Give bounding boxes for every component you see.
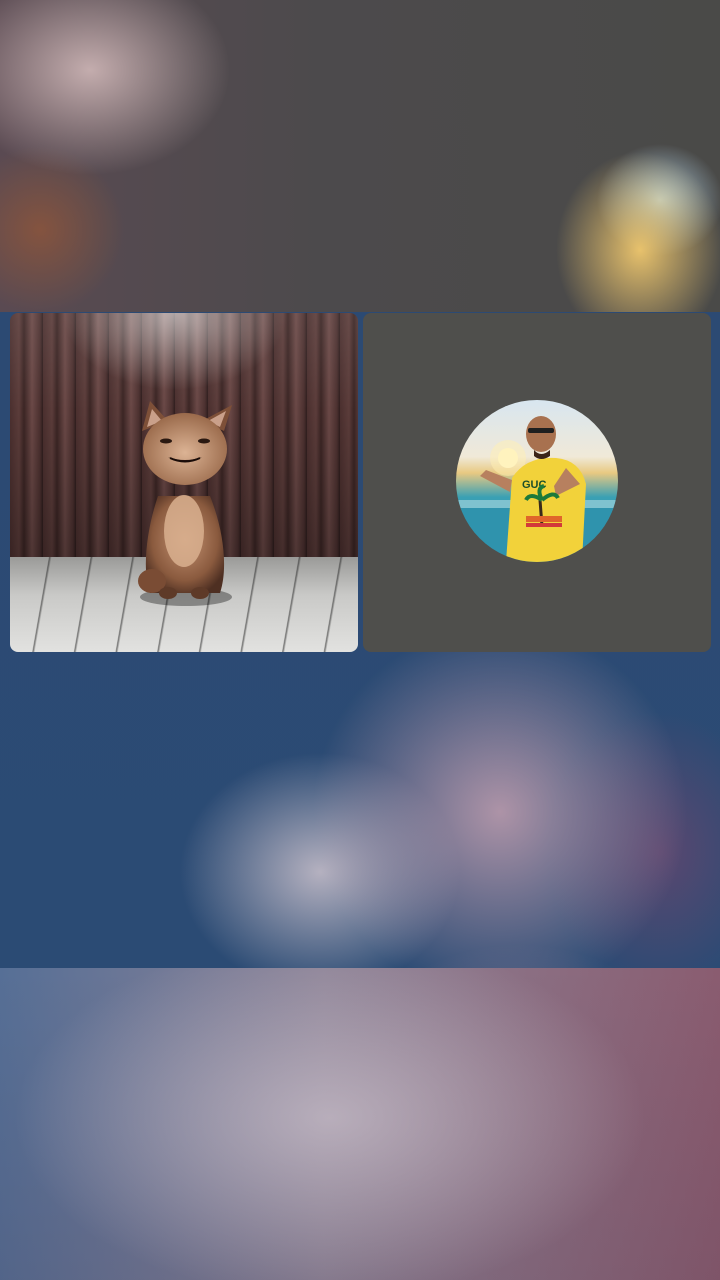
profile-avatar[interactable]: GUC: [456, 400, 618, 562]
participant-tile-remote[interactable]: GUC: [363, 313, 711, 652]
participant-tile-self[interactable]: [10, 313, 358, 652]
blurred-background-top: [0, 0, 720, 312]
cat-avatar-icon: [138, 401, 232, 606]
profile-photo-icon: GUC: [456, 416, 618, 562]
blurred-background-bottom: [0, 968, 720, 1280]
